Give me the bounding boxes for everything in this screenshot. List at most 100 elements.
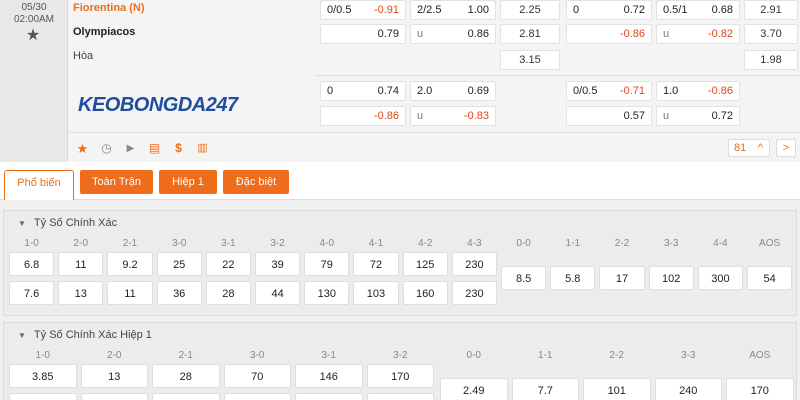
h1-x12-draw-odds[interactable]: 1.98 xyxy=(744,50,798,70)
h1-x12-away-odds[interactable]: 3.70 xyxy=(744,24,798,44)
tab-first-half[interactable]: Hiệp 1 xyxy=(159,170,217,194)
score-header: 4-2 xyxy=(417,238,433,249)
tab-special[interactable]: Đặc biệt xyxy=(223,170,289,194)
score-odds-home[interactable]: 72 xyxy=(353,252,399,276)
score-odds-home[interactable]: 70 xyxy=(223,364,291,388)
score-odds-home[interactable]: 39 xyxy=(255,252,301,276)
score-odds-away[interactable]: 28 xyxy=(205,281,251,305)
score-odds-draw[interactable]: 102 xyxy=(648,266,694,290)
match-toolbar: ★ ◷ ▶ ▤ $ ▥ 81 ^ > xyxy=(68,132,800,162)
star-icon[interactable]: ★ xyxy=(74,140,91,157)
x12-draw-odds[interactable]: 3.15 xyxy=(500,50,560,70)
ah2-away-odds[interactable]: -0.86 xyxy=(320,106,406,126)
tab-full-match[interactable]: Toàn Trận xyxy=(80,170,153,194)
collapse-chevron-icon[interactable]: ▼ xyxy=(18,212,26,236)
score-odds-draw[interactable]: 7.7 xyxy=(511,378,579,400)
score-header: 3-2 xyxy=(393,350,408,361)
correct-score-h1-header[interactable]: ▼ Tỷ Số Chính Xác Hiệp 1 xyxy=(4,323,796,347)
score-odds-away[interactable]: 11 xyxy=(107,281,153,305)
h1-ah-away-odds[interactable]: -0.86 xyxy=(566,24,652,44)
h1-ou2-over-odds[interactable]: 1.0 -0.86 xyxy=(656,81,740,101)
more-bets-button[interactable]: 81 ^ xyxy=(728,139,770,157)
score-odds-home[interactable]: 6.8 xyxy=(9,252,55,276)
h1-ou-under-odds[interactable]: u -0.82 xyxy=(656,24,740,44)
correct-score-h1-section: ▼ Tỷ Số Chính Xác Hiệp 1 1-0 3.85 4.6 2-0 13 1… xyxy=(3,322,797,400)
score-odds-draw[interactable]: 5.8 xyxy=(550,266,596,290)
score-odds-home[interactable]: 79 xyxy=(304,252,350,276)
score-odds-away[interactable]: 160 xyxy=(402,281,448,305)
h1-ah2-away-value: 0.57 xyxy=(623,110,645,122)
score-header: 3-3 xyxy=(681,350,696,361)
ou2-over-odds[interactable]: 2.0 0.69 xyxy=(410,81,496,101)
play-icon[interactable]: ▶ xyxy=(122,140,139,157)
score-odds-away[interactable]: 103 xyxy=(353,281,399,305)
collapse-chevron-icon[interactable]: ▼ xyxy=(18,324,26,348)
score-odds-home[interactable]: 9.2 xyxy=(107,252,153,276)
score-odds-home[interactable]: 22 xyxy=(205,252,251,276)
score-odds-away[interactable]: 19 xyxy=(80,393,148,400)
ou-over-odds[interactable]: 2/2.5 1.00 xyxy=(410,0,496,20)
score-odds-home[interactable]: 28 xyxy=(152,364,220,388)
h1-ah-line: 0 xyxy=(573,4,580,16)
correct-score-header[interactable]: ▼ Tỷ Số Chính Xác xyxy=(4,211,796,235)
score-odds-away[interactable]: 34 xyxy=(152,393,220,400)
score-odds-draw[interactable]: 8.5 xyxy=(501,266,547,290)
home-team[interactable]: Fiorentina (N) xyxy=(73,2,145,14)
h1-ou2-over-value: -0.86 xyxy=(707,85,733,97)
h1-ah2-home-odds[interactable]: 0/0.5 -0.71 xyxy=(566,81,652,101)
ah-home-odds[interactable]: 0/0.5 -0.91 xyxy=(320,0,406,20)
score-odds-away[interactable]: 13 xyxy=(58,281,104,305)
away-team[interactable]: Olympiacos xyxy=(73,26,135,38)
score-header: 2-1 xyxy=(178,350,193,361)
chevron-right-icon[interactable]: > xyxy=(776,139,796,157)
score-odds-draw[interactable]: 300 xyxy=(697,266,743,290)
score-odds-home[interactable]: 3.85 xyxy=(9,364,77,388)
stats-clock-icon[interactable]: ◷ xyxy=(98,140,115,157)
score-odds-away[interactable]: 130 xyxy=(304,281,350,305)
score-odds-away[interactable]: 36 xyxy=(156,281,202,305)
ah-away-odds[interactable]: 0.79 xyxy=(320,24,406,44)
score-odds-home[interactable]: 125 xyxy=(402,252,448,276)
score-odds-home[interactable]: 13 xyxy=(80,364,148,388)
score-odds-away[interactable]: 170 xyxy=(366,393,434,400)
section-title: Tỷ Số Chính Xác Hiệp 1 xyxy=(33,329,152,341)
ou-over-value: 1.00 xyxy=(467,4,489,16)
score-odds-draw[interactable]: 101 xyxy=(583,378,651,400)
score-odds-away[interactable]: 7.6 xyxy=(9,281,55,305)
score-odds-away[interactable]: 170 xyxy=(295,393,363,400)
score-odds-draw[interactable]: 170 xyxy=(726,378,794,400)
h1-x12-home-odds[interactable]: 2.91 xyxy=(744,0,798,20)
score-odds-away[interactable]: 121 xyxy=(223,393,291,400)
score-odds-home[interactable]: 170 xyxy=(366,364,434,388)
ou2-under-label: u xyxy=(417,110,424,122)
match-time: 02:00AM xyxy=(13,14,55,25)
h1-ah-home-odds[interactable]: 0 0.72 xyxy=(566,0,652,20)
h1-ou2-under-odds[interactable]: u 0.72 xyxy=(656,106,740,126)
score-odds-away[interactable]: 44 xyxy=(255,281,301,305)
ah2-home-odds[interactable]: 0 0.74 xyxy=(320,81,406,101)
dollar-icon[interactable]: $ xyxy=(170,140,187,157)
x12-home-odds[interactable]: 2.25 xyxy=(500,0,560,20)
score-odds-draw[interactable]: 240 xyxy=(654,378,722,400)
score-odds-home[interactable]: 25 xyxy=(156,252,202,276)
chevron-up-icon: ^ xyxy=(757,142,763,154)
score-odds-away[interactable]: 230 xyxy=(451,281,497,305)
score-odds-home[interactable]: 11 xyxy=(58,252,104,276)
h1-ah2-away-odds[interactable]: 0.57 xyxy=(566,106,652,126)
score-odds-draw[interactable]: 2.49 xyxy=(440,378,508,400)
scoreboard-icon[interactable]: ▤ xyxy=(146,140,163,157)
score-odds-home[interactable]: 146 xyxy=(295,364,363,388)
ou2-line: 2.0 xyxy=(417,85,433,97)
tab-popular[interactable]: Phổ biến xyxy=(4,170,74,200)
h1-ou-over-odds[interactable]: 0.5/1 0.68 xyxy=(656,0,740,20)
score-header: 4-3 xyxy=(467,238,482,249)
bar-chart-icon[interactable]: ▥ xyxy=(194,140,211,157)
score-odds-draw[interactable]: 17 xyxy=(599,266,645,290)
favorite-star-icon[interactable]: ★ xyxy=(24,27,42,45)
score-odds-away[interactable]: 4.6 xyxy=(9,393,77,400)
x12-away-odds[interactable]: 2.81 xyxy=(500,24,560,44)
score-odds-draw[interactable]: 54 xyxy=(747,266,793,290)
score-odds-home[interactable]: 230 xyxy=(451,252,497,276)
ou2-under-odds[interactable]: u -0.83 xyxy=(410,106,496,126)
ou-under-odds[interactable]: u 0.86 xyxy=(410,24,496,44)
